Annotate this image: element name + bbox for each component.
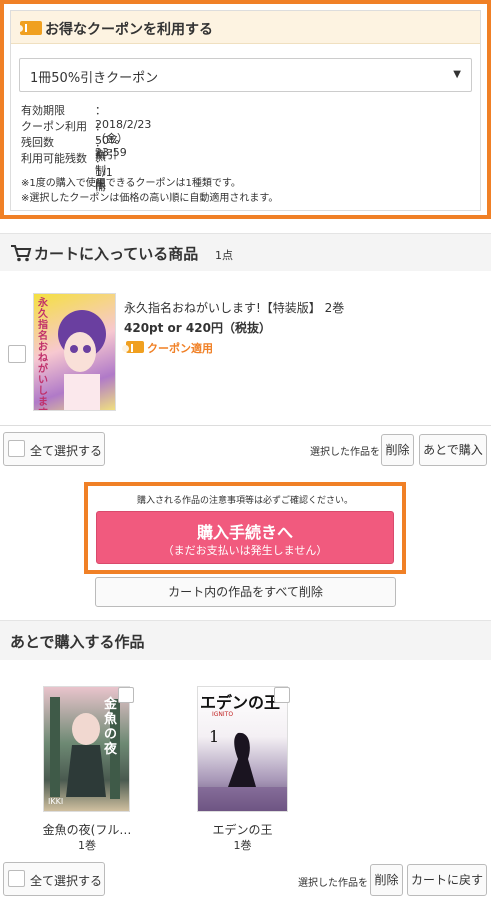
select-all-label: 全て選択する (30, 874, 103, 888)
clear-cart-button[interactable]: カート内の作品をすべて削除 (95, 577, 396, 607)
coupon-applied-badge: クーポン適用 (147, 342, 213, 355)
coupon-tag-icon (122, 341, 144, 353)
coupon-info-row: 有効期限 ：2018/2/23（金）23:59 (21, 104, 152, 159)
delete-button[interactable]: 削除 (381, 434, 414, 466)
coupon-info-row: クーポン利用 ：50%割引 (21, 120, 120, 161)
later-item-title[interactable]: 金魚の夜(フル… (42, 821, 132, 838)
coupon-title: お得なクーポンを利用する (45, 22, 213, 38)
cover-title: 永久指名おねがいします (38, 298, 48, 410)
select-all-checkbox[interactable] (8, 440, 25, 457)
later-title: あとで購入する作品 (10, 633, 145, 651)
cart-section-header: カートに入っている商品 1点 (0, 233, 491, 271)
svg-text:1: 1 (209, 727, 219, 746)
item-price: 420pt or 420円（税抜） (124, 321, 271, 335)
buy-later-button[interactable]: あとで購入 (419, 434, 487, 466)
cart-icon (11, 245, 32, 262)
book-cover[interactable]: 永久指名おねがいします (33, 293, 116, 411)
item-checkbox[interactable] (274, 687, 290, 703)
selected-label: 選択した作品を (310, 447, 380, 458)
coupon-select[interactable]: 1冊50%引きクーポン ▼ (19, 58, 472, 92)
chevron-down-icon: ▼ (453, 69, 461, 80)
later-section-header: あとで購入する作品 (0, 620, 491, 660)
later-select-all-button[interactable]: 全て選択する (3, 862, 105, 896)
coupon-note: ※1度の購入で使用できるクーポンは1種類です。 (21, 178, 241, 189)
coupon-header: お得なクーポンを利用する (11, 11, 480, 44)
item-checkbox[interactable] (118, 687, 134, 703)
item-checkbox[interactable] (8, 345, 26, 363)
coupon-info-row: 残回数 ：無制限 (21, 136, 106, 191)
select-all-button[interactable]: 全て選択する (3, 432, 105, 466)
book-cover[interactable]: エデンの王 IGNITO 1 (197, 686, 288, 812)
checkout-label: 購入手続きへ (196, 523, 293, 542)
later-item-title[interactable]: エデンの王 (197, 821, 288, 838)
select-all-checkbox[interactable] (8, 870, 25, 887)
select-all-label: 全て選択する (30, 444, 103, 458)
coupon-ticket-icon (16, 21, 42, 35)
later-item-volume: 1巻 (78, 839, 96, 852)
checkout-sublabel: （まだお支払いは発生しません） (162, 544, 328, 557)
checkout-button[interactable]: 購入手続きへ （まだお支払いは発生しません） (96, 511, 394, 564)
purchase-panel: 購入される作品の注意事項等は必ずご確認ください。 購入手続きへ （まだお支払いは… (84, 482, 406, 574)
coupon-select-value: 1冊50%引きクーポン (30, 71, 159, 86)
item-title[interactable]: 永久指名おねがいします!【特装版】 2巻 (124, 299, 344, 316)
cover-title: 金魚の夜 (104, 697, 118, 757)
selected-label: 選択した作品を (298, 878, 368, 889)
divider (0, 425, 491, 426)
coupon-note: ※選択したクーポンは価格の高い順に自動適用されます。 (21, 193, 279, 204)
cart-title: カートに入っている商品 (34, 245, 199, 263)
purchase-notice: 購入される作品の注意事項等は必ずご確認ください。 (136, 496, 353, 506)
later-item-volume: 1巻 (233, 839, 252, 852)
return-to-cart-button[interactable]: カートに戻す (407, 864, 487, 896)
coupon-info-row: 利用可能残数 ：1/1冊 (21, 152, 113, 193)
coupon-panel: お得なクーポンを利用する 1冊50%引きクーポン ▼ 有効期限 ：2018/2/2… (0, 0, 491, 219)
later-delete-button[interactable]: 削除 (370, 864, 403, 896)
manga-cover-art-icon: 1 (198, 727, 287, 811)
book-cover[interactable]: 金魚の夜 IKKI (43, 686, 130, 812)
cart-count: 1点 (215, 249, 233, 262)
coupon-inner: お得なクーポンを利用する 1冊50%引きクーポン ▼ 有効期限 ：2018/2/2… (10, 10, 481, 211)
cover-label: IKKI (48, 797, 64, 806)
